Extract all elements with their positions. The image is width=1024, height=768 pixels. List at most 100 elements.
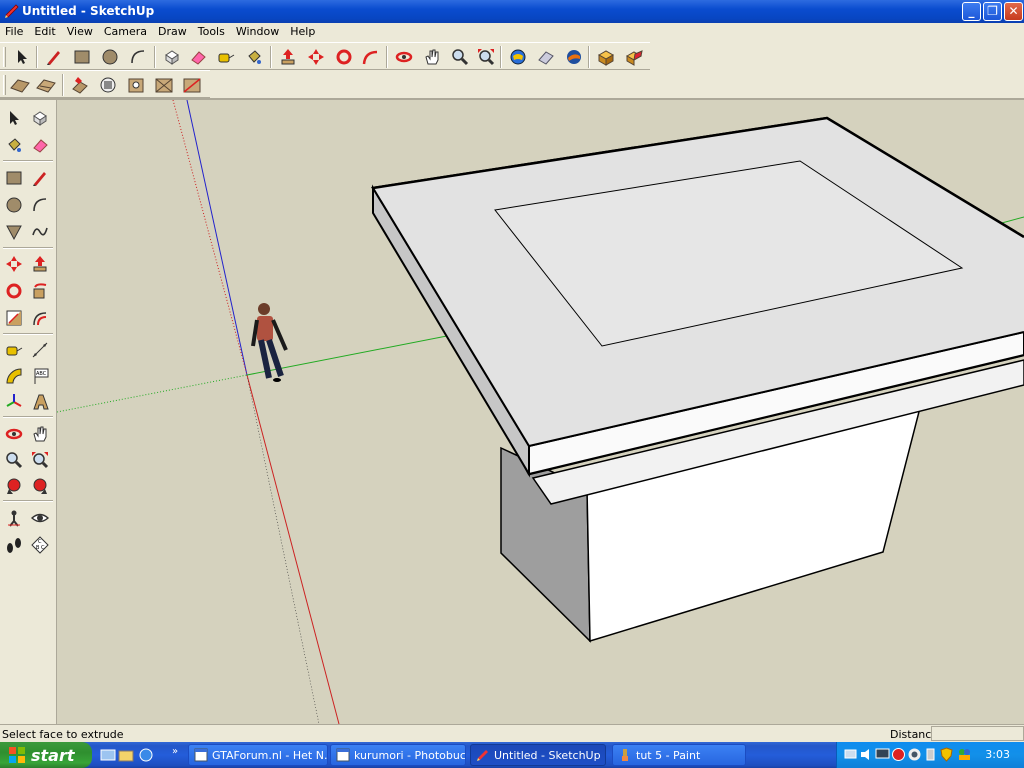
close-button[interactable]: ✕ bbox=[1004, 2, 1023, 21]
push-pull-button[interactable] bbox=[276, 46, 299, 68]
scale-figure[interactable] bbox=[251, 303, 288, 382]
measurements-input[interactable] bbox=[931, 726, 1024, 741]
title-bar[interactable]: Untitled - SketchUp _ ❐ ✕ bbox=[0, 0, 1024, 23]
palette-scale[interactable] bbox=[2, 306, 26, 330]
usb-device-icon[interactable] bbox=[923, 747, 938, 762]
palette-axes[interactable] bbox=[2, 390, 26, 414]
palette-arc[interactable] bbox=[28, 193, 52, 217]
palette-zoom-window[interactable] bbox=[28, 448, 52, 472]
from-contours-button[interactable] bbox=[34, 74, 57, 96]
rotate-tool-button[interactable] bbox=[332, 46, 355, 68]
make-component-button[interactable] bbox=[160, 46, 183, 68]
menu-edit[interactable]: Edit bbox=[29, 23, 61, 38]
drape-button[interactable] bbox=[68, 74, 91, 96]
palette-position-camera[interactable] bbox=[2, 506, 26, 530]
rectangle-tool-button[interactable] bbox=[70, 46, 93, 68]
security-shield-icon[interactable] bbox=[939, 747, 954, 762]
google-earth-button[interactable] bbox=[562, 46, 585, 68]
palette-section-plane[interactable]: CBC bbox=[28, 533, 52, 557]
menu-draw[interactable]: Draw bbox=[153, 23, 193, 38]
select-tool-button[interactable] bbox=[10, 46, 33, 68]
toolbar-separator bbox=[36, 46, 38, 68]
network-icon[interactable] bbox=[843, 747, 858, 762]
messenger-icon[interactable] bbox=[957, 747, 972, 762]
paint-bucket-button[interactable] bbox=[242, 46, 265, 68]
flip-edge-button[interactable] bbox=[124, 74, 147, 96]
stamp-button[interactable] bbox=[152, 74, 175, 96]
palette-circle[interactable] bbox=[2, 193, 26, 217]
task-photobucket[interactable]: kurumori - Photobuck... bbox=[330, 744, 466, 766]
palette-pan[interactable] bbox=[28, 422, 52, 446]
drawing-viewport[interactable] bbox=[57, 100, 1024, 724]
quick-launch-overflow-icon[interactable]: » bbox=[172, 746, 178, 757]
tape-measure-button[interactable] bbox=[214, 46, 237, 68]
antivirus-icon[interactable] bbox=[891, 747, 906, 762]
follow-me-button[interactable] bbox=[358, 46, 381, 68]
palette-freehand[interactable] bbox=[28, 220, 52, 244]
palette-text[interactable]: ABC bbox=[28, 364, 52, 388]
palette-pencil[interactable] bbox=[28, 166, 52, 190]
circle-tool-button[interactable] bbox=[98, 46, 121, 68]
minimize-button[interactable]: _ bbox=[962, 2, 981, 21]
smoove-button[interactable] bbox=[8, 74, 31, 96]
palette-look-around[interactable] bbox=[28, 506, 52, 530]
task-gtaforum[interactable]: GTAForum.nl - Het N... bbox=[188, 744, 328, 766]
zoom-button[interactable] bbox=[448, 46, 471, 68]
menu-help[interactable]: Help bbox=[285, 23, 321, 38]
palette-zoom[interactable] bbox=[2, 448, 26, 472]
eraser-tool-button[interactable] bbox=[186, 46, 209, 68]
palette-orbit[interactable] bbox=[2, 422, 26, 446]
pencil-tool-button[interactable] bbox=[42, 46, 65, 68]
palette-paint-bucket[interactable] bbox=[2, 133, 26, 157]
orbit-button[interactable] bbox=[392, 46, 415, 68]
palette-3d-text[interactable] bbox=[28, 390, 52, 414]
palette-make-component[interactable] bbox=[28, 106, 52, 130]
task-sketchup[interactable]: Untitled - SketchUp bbox=[470, 744, 606, 766]
menu-window[interactable]: Window bbox=[231, 23, 285, 38]
circle-icon bbox=[6, 197, 22, 213]
palette-dimension[interactable] bbox=[28, 338, 52, 362]
arc-tool-button[interactable] bbox=[126, 46, 149, 68]
menu-tools[interactable]: Tools bbox=[193, 23, 231, 38]
palette-tape-measure[interactable] bbox=[2, 338, 26, 362]
toolbar-grip[interactable] bbox=[3, 47, 6, 67]
start-button[interactable]: start bbox=[0, 742, 92, 768]
menu-view[interactable]: View bbox=[62, 23, 99, 38]
pan-button[interactable] bbox=[420, 46, 443, 68]
palette-protractor[interactable] bbox=[2, 364, 26, 388]
sandbox-grid-button[interactable] bbox=[180, 74, 203, 96]
menu-file[interactable]: File bbox=[0, 23, 29, 38]
share-model-button[interactable] bbox=[534, 46, 557, 68]
browser-icon[interactable] bbox=[138, 747, 154, 763]
component-open-button[interactable] bbox=[622, 46, 645, 68]
zoom-extents-button[interactable] bbox=[474, 46, 497, 68]
show-desktop-icon[interactable] bbox=[100, 747, 116, 763]
palette-move[interactable] bbox=[2, 252, 26, 276]
toolbar-grip[interactable] bbox=[3, 75, 6, 95]
palette-previous-view[interactable] bbox=[2, 474, 26, 498]
palette-offset[interactable] bbox=[28, 306, 52, 330]
toolbar-separator bbox=[588, 46, 590, 68]
task-paint[interactable]: tut 5 - Paint bbox=[612, 744, 746, 766]
maximize-button[interactable]: ❐ bbox=[983, 2, 1002, 21]
palette-polygon[interactable] bbox=[2, 220, 26, 244]
palette-rectangle[interactable] bbox=[2, 166, 26, 190]
palette-eraser[interactable] bbox=[28, 133, 52, 157]
get-models-button[interactable] bbox=[506, 46, 529, 68]
palette-follow-me[interactable] bbox=[28, 279, 52, 303]
clock[interactable]: 3:03 bbox=[985, 748, 1010, 761]
menu-camera[interactable]: Camera bbox=[99, 23, 153, 38]
palette-rotate[interactable] bbox=[2, 279, 26, 303]
palette-push-pull[interactable] bbox=[28, 252, 52, 276]
update-icon[interactable] bbox=[907, 747, 922, 762]
speaker-icon[interactable] bbox=[859, 747, 874, 762]
palette-next-view[interactable] bbox=[28, 474, 52, 498]
palette-walk[interactable] bbox=[2, 533, 26, 557]
move-tool-button[interactable] bbox=[304, 46, 327, 68]
explorer-icon[interactable] bbox=[118, 747, 134, 763]
model-canvas[interactable] bbox=[57, 100, 1024, 724]
component-box-button[interactable] bbox=[594, 46, 617, 68]
add-detail-button[interactable] bbox=[96, 74, 119, 96]
monitor-icon[interactable] bbox=[875, 747, 890, 762]
palette-select[interactable] bbox=[2, 106, 26, 130]
